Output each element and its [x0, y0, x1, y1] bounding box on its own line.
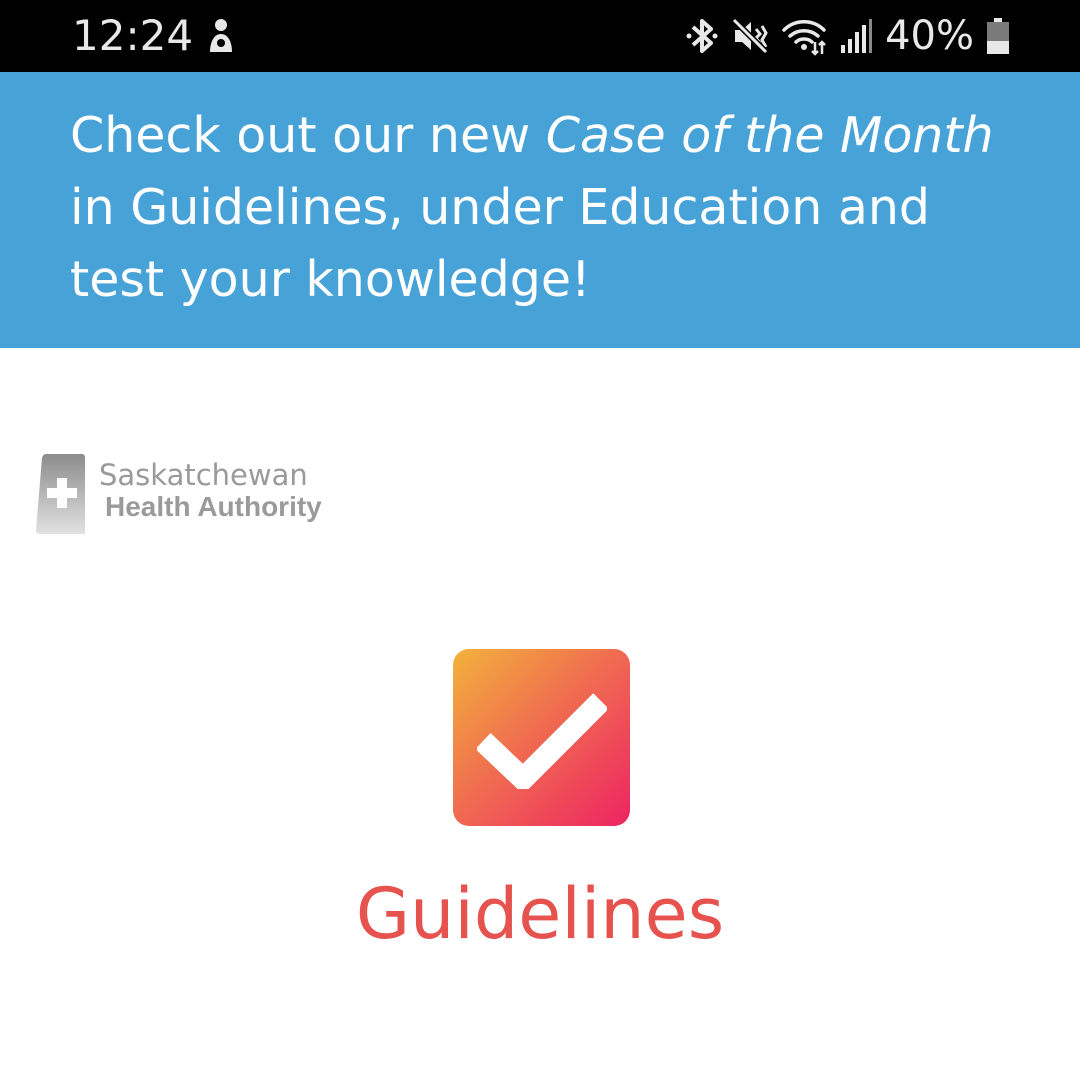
signal-icon: [839, 16, 873, 56]
logo-text-line2: Health Authority: [105, 491, 322, 522]
mute-icon: [731, 16, 769, 56]
banner-text-start: Check out our new: [70, 107, 546, 164]
checkmark-icon: [477, 693, 607, 789]
status-time: 12:24: [72, 11, 194, 60]
banner-text-end: in Guidelines, under Education and test …: [70, 179, 931, 308]
bluetooth-icon: [685, 16, 719, 56]
status-bar: 12:24 40%: [0, 0, 1080, 72]
battery-icon: [986, 16, 1010, 56]
status-icons: 40%: [685, 12, 1010, 60]
battery-percent: 40%: [885, 13, 974, 59]
health-cross-logo-icon: [36, 454, 85, 534]
banner-text-highlight: Case of the Month: [545, 107, 994, 164]
wifi-icon: [781, 16, 827, 56]
announcement-banner[interactable]: Check out our new Case of the Month in G…: [0, 72, 1080, 348]
notification-person-icon: [204, 18, 238, 54]
guidelines-app-button[interactable]: [453, 649, 630, 826]
saskatchewan-health-authority-logo: Saskatchewan Health Authority: [36, 454, 356, 538]
logo-text-line1: Saskatchewan: [99, 458, 308, 492]
guidelines-app-label[interactable]: Guidelines: [0, 872, 1080, 956]
